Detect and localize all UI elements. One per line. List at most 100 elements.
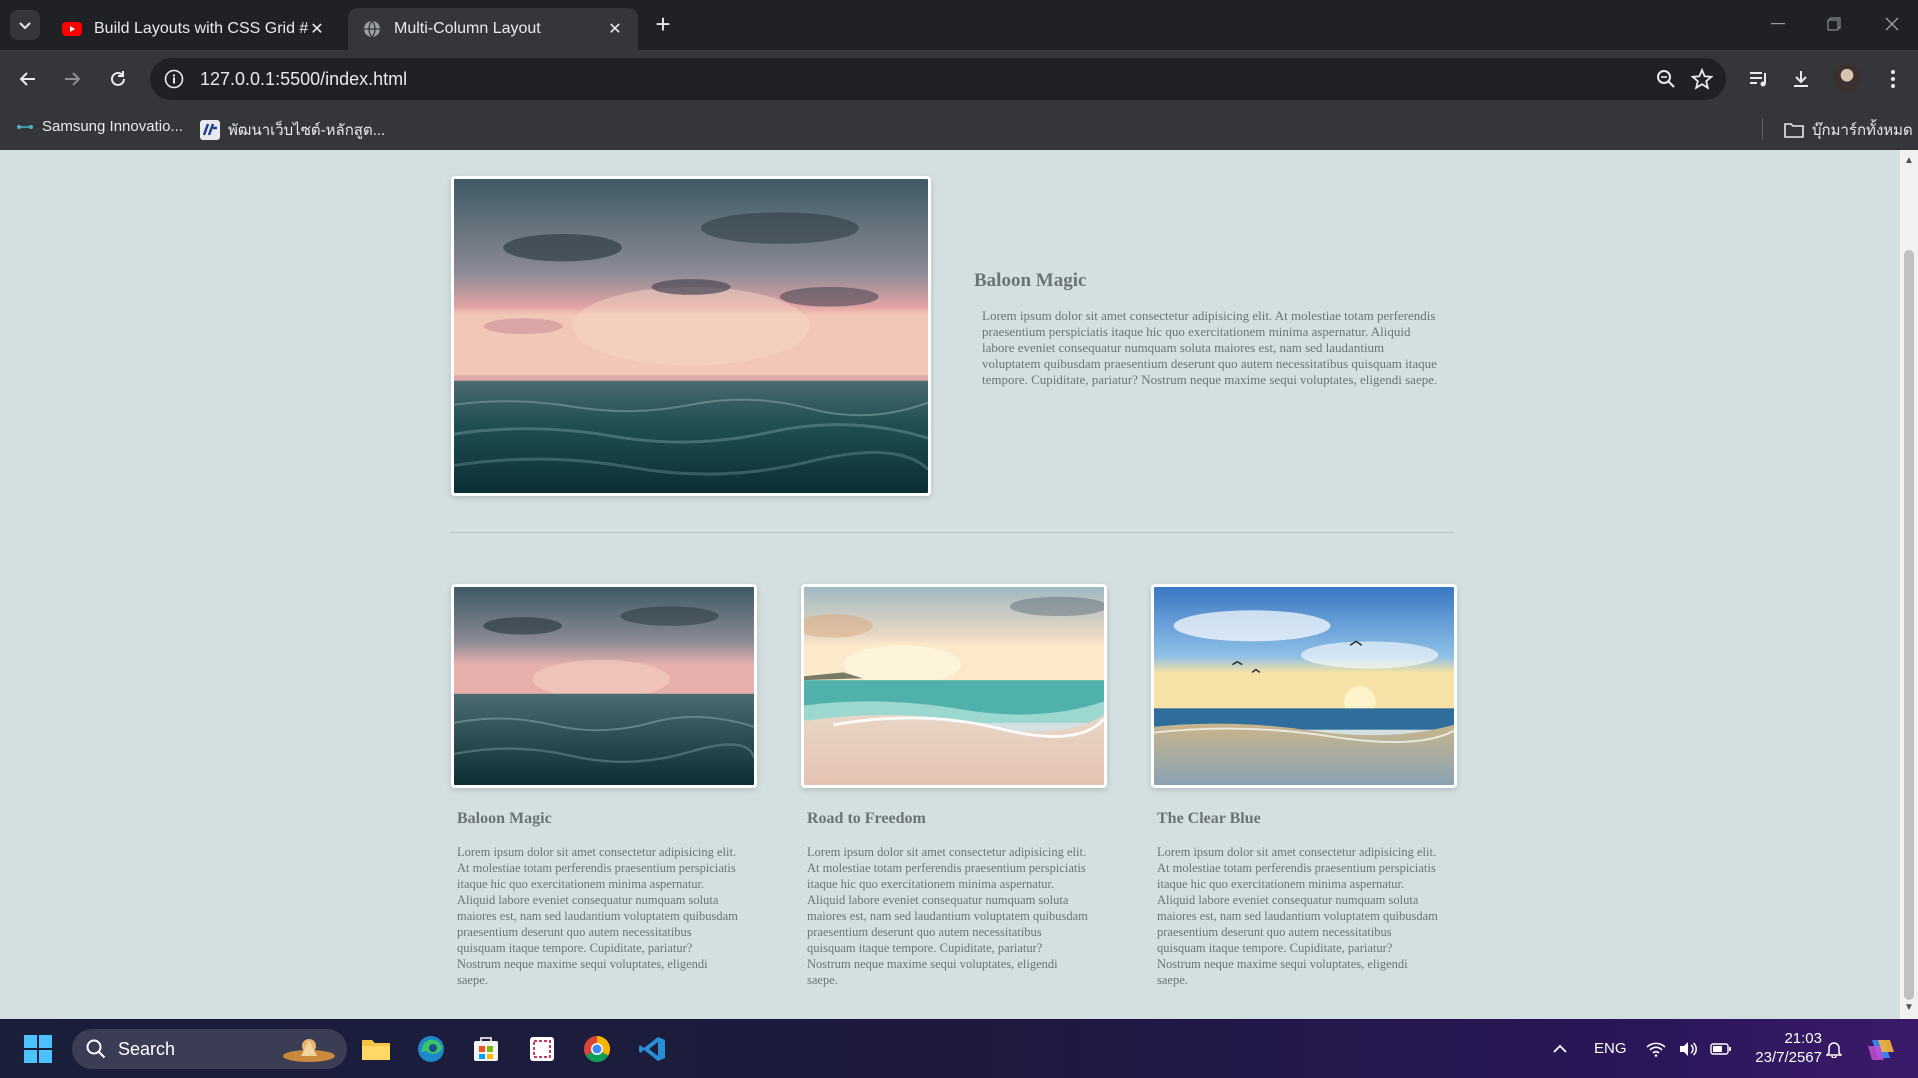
page-viewport: Baloon Magic Lorem ipsum dolor sit amet … [0, 150, 1900, 1019]
close-tab-icon[interactable]: ✕ [606, 20, 624, 38]
folder-icon [1784, 123, 1804, 138]
folder-icon [362, 1040, 390, 1060]
forward-button[interactable] [58, 65, 86, 93]
card-paragraph: Lorem ipsum dolor sit amet consectetur a… [1157, 845, 1438, 987]
taskbar-search[interactable]: Search [72, 1029, 347, 1069]
scrollbar-thumb[interactable] [1904, 250, 1914, 1000]
bookmark-samsung[interactable]: Samsung Innovatio... [16, 118, 183, 135]
quick-settings[interactable] [1646, 1019, 1732, 1078]
vscode-icon [639, 1037, 665, 1061]
downloads-button[interactable] [1786, 64, 1816, 94]
site-icon [200, 120, 220, 140]
copilot-button[interactable] [1866, 1019, 1896, 1078]
section-divider [451, 532, 1453, 533]
edge-button[interactable] [413, 1031, 449, 1067]
windows-logo-icon [24, 1035, 52, 1063]
card-image [451, 584, 757, 788]
all-bookmarks-button[interactable]: บุ๊กมาร์กทั้งหมด [1784, 118, 1913, 142]
file-explorer-button[interactable] [358, 1031, 394, 1067]
start-button[interactable] [24, 1035, 52, 1063]
copilot-icon [1868, 1039, 1894, 1060]
card-road-to-freedom: Road to Freedom Lorem ipsum dolor sit am… [801, 584, 1107, 988]
globe-icon [362, 19, 382, 39]
tab-search-button[interactable] [10, 10, 40, 40]
hero-paragraph: Lorem ipsum dolor sit amet consectetur a… [982, 308, 1438, 387]
url-text: 127.0.0.1:5500/index.html [200, 68, 408, 89]
bookmarks-bar: Samsung Innovatio... พัฒนาเว็บไซต์-หลักส… [0, 108, 1918, 150]
vscode-button[interactable] [634, 1031, 670, 1067]
minimize-button[interactable] [1760, 10, 1796, 38]
store-button[interactable] [468, 1031, 504, 1067]
youtube-icon [62, 19, 82, 39]
store-icon [474, 1037, 498, 1061]
zoom-icon[interactable] [1648, 61, 1684, 97]
all-bookmarks-label: บุ๊กมาร์กทั้งหมด [1812, 122, 1913, 139]
hero-text-block: Baloon Magic Lorem ipsum dolor sit amet … [974, 270, 1444, 388]
samsung-icon [17, 124, 33, 129]
scroll-up-icon[interactable]: ▲ [1904, 156, 1914, 166]
search-highlight-icon [283, 1039, 335, 1062]
reload-icon [111, 71, 125, 86]
clock[interactable]: 21:03 23/7/2567 [1742, 1029, 1822, 1067]
back-button[interactable] [14, 65, 42, 93]
language-indicator[interactable]: ENG [1594, 1019, 1627, 1078]
hero-title: Baloon Magic [974, 270, 1087, 291]
scroll-down-icon[interactable]: ▼ [1904, 1003, 1914, 1013]
wifi-icon [1646, 1042, 1666, 1057]
close-tab-icon[interactable]: ✕ [308, 20, 326, 38]
bookmark-star-icon[interactable] [1684, 61, 1720, 97]
bookmark-site[interactable]: พัฒนาเว็บไซต์-หลักสูต... [200, 118, 385, 142]
card-paragraph: Lorem ipsum dolor sit amet consectetur a… [807, 845, 1088, 987]
menu-button[interactable] [1878, 64, 1908, 94]
card-title: Road to Freedom [807, 810, 926, 827]
bookmark-label: พัฒนาเว็บไซต์-หลักสูต... [228, 122, 386, 139]
card-title: Baloon Magic [457, 810, 552, 827]
edge-icon [418, 1036, 444, 1062]
bookmark-label: Samsung Innovatio... [42, 118, 183, 135]
chrome-button[interactable] [579, 1031, 615, 1067]
card-image [801, 584, 1107, 788]
bell-icon [1826, 1041, 1842, 1058]
chevron-up-icon [1553, 1044, 1567, 1053]
time: 21:03 [1784, 1030, 1822, 1047]
browser-toolbar: 127.0.0.1:5500/index.html [0, 50, 1918, 108]
volume-icon [1680, 1041, 1697, 1056]
chrome-icon [584, 1035, 611, 1063]
search-label: Search [118, 1038, 176, 1059]
page-scrollbar[interactable]: ▲ ▼ [1900, 150, 1918, 1019]
card-baloon-magic: Baloon Magic Lorem ipsum dolor sit amet … [451, 584, 757, 988]
arrow-left-icon [19, 72, 35, 86]
restore-button[interactable] [1816, 10, 1852, 38]
bookmarks-separator [1762, 118, 1763, 140]
tab-youtube[interactable]: Build Layouts with CSS Grid #3 ✕ [48, 8, 340, 50]
new-tab-button[interactable]: + [650, 11, 676, 38]
close-window-button[interactable] [1874, 10, 1910, 38]
arrow-right-icon [65, 72, 81, 86]
card-image [1151, 584, 1457, 788]
windows-taskbar: Search ENG 21:03 23/7/2567 [0, 1019, 1918, 1078]
card-title: The Clear Blue [1157, 810, 1261, 827]
card-the-clear-blue: The Clear Blue Lorem ipsum dolor sit ame… [1151, 584, 1457, 988]
card-paragraph: Lorem ipsum dolor sit amet consectetur a… [457, 845, 738, 987]
tab-multi-column-layout[interactable]: Multi-Column Layout ✕ [348, 8, 638, 50]
snipping-tool-icon [530, 1037, 554, 1061]
media-control-button[interactable] [1744, 64, 1774, 94]
search-icon [86, 1039, 106, 1059]
site-info-icon[interactable] [162, 67, 186, 91]
show-hidden-icons[interactable] [1552, 1019, 1568, 1078]
tab-title: Build Layouts with CSS Grid #3 [94, 20, 308, 37]
reload-button[interactable] [104, 65, 132, 93]
restore-icon [1827, 17, 1841, 31]
profile-avatar[interactable] [1833, 64, 1861, 92]
notifications-button[interactable] [1826, 1019, 1842, 1078]
address-bar[interactable]: 127.0.0.1:5500/index.html [150, 58, 1726, 100]
more-vert-icon [1891, 70, 1895, 88]
chevron-down-icon [19, 22, 31, 30]
date: 23/7/2567 [1755, 1049, 1822, 1066]
playlist-icon [1750, 72, 1766, 87]
tab-title: Multi-Column Layout [394, 20, 541, 37]
download-icon [1794, 71, 1808, 87]
language-label: ENG [1594, 1040, 1627, 1057]
close-icon [1885, 17, 1899, 31]
snipping-tool-button[interactable] [524, 1031, 560, 1067]
